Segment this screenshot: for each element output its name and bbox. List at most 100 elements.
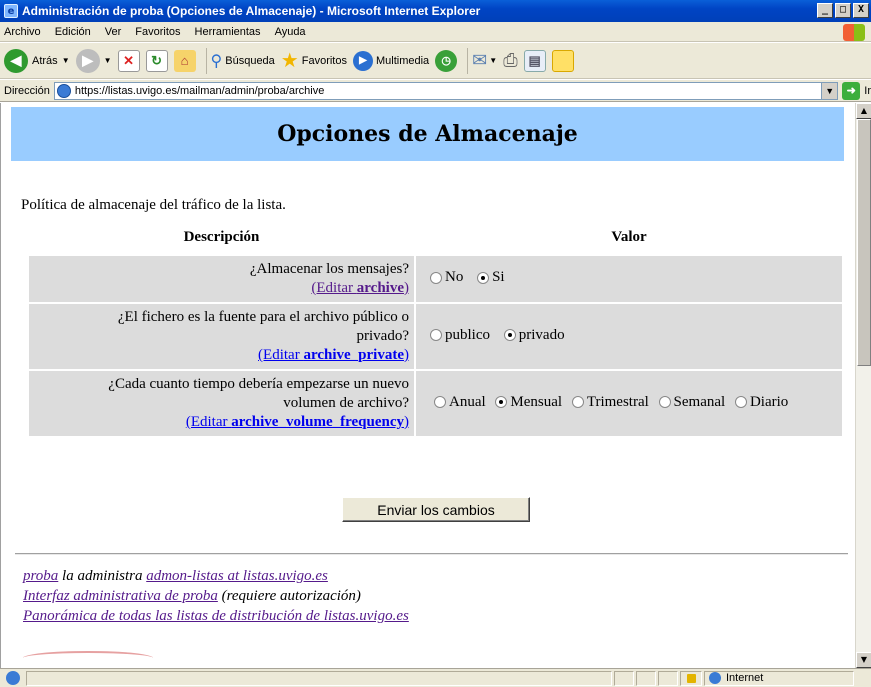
address-label: Dirección xyxy=(4,84,50,97)
radio-button-selected[interactable] xyxy=(477,271,490,284)
mailman-logo-icon xyxy=(23,651,153,665)
forward-button[interactable]: ▶ ▼ xyxy=(75,48,112,73)
radio-button[interactable] xyxy=(434,396,446,409)
edit-prefix[interactable]: (Editar xyxy=(186,414,231,430)
divider xyxy=(15,553,848,555)
page-header: Opciones de Almacenaje xyxy=(11,107,844,161)
vertical-scrollbar[interactable]: ▲ ▼ xyxy=(855,103,871,668)
edit-name[interactable]: archive_private xyxy=(303,347,404,363)
footer-line-1: proba la administra admon-listas at list… xyxy=(23,566,409,586)
radio-button[interactable] xyxy=(734,396,747,409)
row-value: publico privado xyxy=(414,302,844,371)
chevron-down-icon: ▼ xyxy=(103,56,112,65)
go-button[interactable]: ➜ Ir xyxy=(842,81,871,100)
column-header-value: Valor xyxy=(611,229,647,245)
window-title: Administración de proba (Opciones de Alm… xyxy=(22,4,481,18)
edit-link-archive[interactable]: (Editar archive) xyxy=(34,279,409,298)
menu-archivo[interactable]: Archivo xyxy=(4,26,41,38)
scroll-up-icon[interactable]: ▲ xyxy=(856,103,871,119)
zone-cell: Internet xyxy=(704,670,854,686)
radio-option-trimestral[interactable]: Trimestral xyxy=(571,394,649,411)
print-button[interactable]: ⎙ xyxy=(503,50,517,71)
edit-suffix[interactable]: ) xyxy=(404,280,409,296)
menu-edicion[interactable]: Edición xyxy=(55,26,91,38)
edit-link-archive-private[interactable]: (Editar archive_private) xyxy=(34,346,409,365)
page-icon xyxy=(56,83,71,98)
radio-option-semanal[interactable]: Semanal xyxy=(658,394,725,411)
question-text-line1: ¿El fichero es la fuente para el archivo… xyxy=(117,309,409,325)
radio-option-anual[interactable]: Anual xyxy=(434,394,486,411)
submit-changes-button[interactable]: Enviar los cambios xyxy=(342,497,530,522)
radio-option-si[interactable]: Si xyxy=(477,269,505,286)
radio-button[interactable] xyxy=(658,396,671,409)
address-dropdown-icon[interactable]: ▼ xyxy=(821,82,838,99)
back-button[interactable]: ◀ Atrás ▼ xyxy=(4,48,70,73)
stop-button[interactable]: ✕ xyxy=(117,49,140,72)
mail-button[interactable]: ✉ ▼ xyxy=(472,50,497,71)
note-icon xyxy=(551,49,574,72)
radio-option-no[interactable]: No xyxy=(430,269,463,286)
minimize-button[interactable]: _ xyxy=(817,3,833,18)
edit-button[interactable]: ▤ xyxy=(523,49,546,72)
radio-option-diario[interactable]: Diario xyxy=(734,394,788,411)
address-input[interactable]: https://listas.uvigo.es/mailman/admin/pr… xyxy=(53,81,839,100)
radio-label: Anual xyxy=(449,393,486,410)
messenger-button[interactable] xyxy=(551,49,574,72)
radio-button[interactable] xyxy=(430,271,442,284)
search-button[interactable]: ⚲ Búsqueda xyxy=(211,51,275,71)
multimedia-button[interactable]: ▶ Multimedia xyxy=(352,50,429,71)
admin-email-link[interactable]: admon-listas at listas.uvigo.es xyxy=(146,568,328,584)
edit-name[interactable]: archive_volume_frequency xyxy=(231,414,404,430)
status-cell xyxy=(614,670,634,686)
menubar: Archivo Edición Ver Favoritos Herramient… xyxy=(0,22,871,42)
list-link[interactable]: proba xyxy=(23,568,58,584)
menu-ayuda[interactable]: Ayuda xyxy=(275,26,306,38)
refresh-icon: ↻ xyxy=(145,49,168,72)
scroll-down-icon[interactable]: ▼ xyxy=(856,652,871,668)
menu-favoritos[interactable]: Favoritos xyxy=(135,26,180,38)
scroll-thumb[interactable] xyxy=(857,119,871,366)
radio-button-selected[interactable] xyxy=(495,396,508,409)
edit-prefix[interactable]: (Editar xyxy=(311,280,356,296)
stop-icon: ✕ xyxy=(117,49,140,72)
edit-icon: ▤ xyxy=(523,49,546,72)
edit-name[interactable]: archive xyxy=(357,280,404,296)
radio-option-privado[interactable]: privado xyxy=(503,327,565,344)
toolbar-separator xyxy=(467,47,469,74)
maximize-button[interactable]: □ xyxy=(835,3,851,18)
home-button[interactable]: ⌂ xyxy=(173,49,196,72)
table-row: ¿Cada cuanto tiempo debería empezarse un… xyxy=(27,369,844,438)
home-icon: ⌂ xyxy=(173,49,196,72)
radio-option-mensual[interactable]: Mensual xyxy=(495,394,562,411)
row-description: ¿Cada cuanto tiempo debería empezarse un… xyxy=(27,369,416,438)
edit-prefix[interactable]: (Editar xyxy=(258,347,303,363)
admin-interface-link[interactable]: Interfaz administrativa de proba xyxy=(23,588,218,604)
edit-suffix[interactable]: ) xyxy=(404,347,409,363)
statusbar: Internet xyxy=(0,668,871,687)
row-value: No Si xyxy=(414,254,844,304)
radio-button-selected[interactable] xyxy=(503,329,516,342)
edit-link-archive-volume-frequency[interactable]: (Editar archive_volume_frequency) xyxy=(34,413,409,432)
menu-herramientas[interactable]: Herramientas xyxy=(195,26,261,38)
history-button[interactable]: ◷ xyxy=(435,49,458,72)
table-row: ¿El fichero es la fuente para el archivo… xyxy=(27,302,844,371)
question-text-line1: ¿Cada cuanto tiempo debería empezarse un… xyxy=(108,376,409,392)
lists-overview-link[interactable]: Panorámica de todas las listas de distri… xyxy=(23,608,409,624)
page-viewport: Opciones de Almacenaje Política de almac… xyxy=(0,103,855,668)
status-text-cell xyxy=(26,670,612,686)
administered-by-text: la administra xyxy=(58,568,147,584)
favorites-button[interactable]: ★ Favoritos xyxy=(281,48,347,73)
menu-ver[interactable]: Ver xyxy=(105,26,122,38)
radio-option-publico[interactable]: publico xyxy=(430,327,490,344)
edit-suffix[interactable]: ) xyxy=(404,414,409,430)
radio-label: publico xyxy=(445,326,490,343)
radio-button[interactable] xyxy=(571,396,584,409)
ie-logo-icon: e xyxy=(4,4,18,18)
printer-icon: ⎙ xyxy=(503,50,518,70)
close-button[interactable]: X xyxy=(853,3,869,18)
table-header-row: Descripción Valor xyxy=(28,225,843,255)
refresh-button[interactable]: ↻ xyxy=(145,49,168,72)
table-row: ¿Almacenar los mensajes? (Editar archive… xyxy=(27,254,844,304)
footer-line-2: Interfaz administrativa de proba (requie… xyxy=(23,586,409,606)
radio-button[interactable] xyxy=(430,329,442,342)
